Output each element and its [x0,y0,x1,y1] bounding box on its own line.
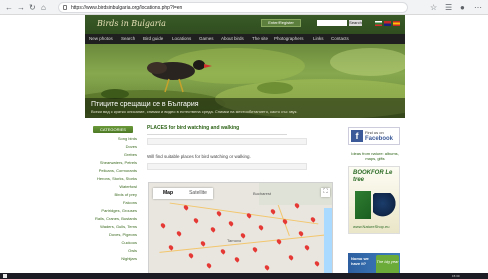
shop-url: www.NatureShop.eu [353,224,390,229]
map-type-control: Map Satellite [153,188,213,199]
nav-item-search[interactable]: Search [121,35,135,43]
category-link[interactable]: Doves [85,144,137,149]
reload-icon[interactable]: ↻ [29,3,36,12]
map-pin[interactable] [219,248,227,255]
tab-satellite[interactable]: Satellite [183,188,213,199]
category-sidebar: CATEGORIES Song birds Doves Grebes Shear… [85,118,137,279]
map-pin[interactable] [159,222,167,229]
site-logo[interactable]: Birds in Bulgaria [97,19,166,29]
nav-item-the-site[interactable]: The site [252,35,268,43]
map-pin[interactable] [269,208,277,215]
nav-item-locations[interactable]: Locations [172,35,191,43]
nav-item-contacts[interactable]: Contacts [331,35,349,43]
hero-banner: Птиците срещащи се в България Всеки вид … [85,44,405,118]
browser-chrome: ← → ↻ ⌂ https://www.birdsinbulgaria.org/… [0,0,488,15]
map-pin[interactable] [209,226,217,233]
category-link[interactable]: Partridges, Grouses [85,208,137,213]
category-link[interactable]: Grebes [85,152,137,157]
facebook-name: Facebook [365,136,394,142]
category-link[interactable]: Waterfowl [85,184,137,189]
map-pin[interactable] [199,240,207,247]
category-link[interactable]: Falcons [85,200,137,205]
filter-box[interactable] [147,163,307,170]
category-link[interactable]: Rails, Cranes, Bustards [85,216,137,221]
register-button[interactable]: Enter/Register [261,19,301,27]
map-pin[interactable] [227,220,235,227]
map-pin[interactable] [233,256,241,263]
map-pin[interactable] [215,210,223,217]
bird-figurine-image [373,193,397,219]
map-pin[interactable] [263,264,271,271]
locations-map[interactable]: Bucharest Tarnovo Map Satellite ⛶ [148,182,333,279]
map-pin[interactable] [257,224,265,231]
book-cover [355,191,371,219]
os-taskbar: 15:30 [0,273,488,279]
ad-column: f Find us on Facebook Ideas from nature:… [348,118,405,279]
map-pin[interactable] [175,230,183,237]
url-text: https://www.birdsinbulgaria.org/location… [71,5,183,11]
nav-item-new-photos[interactable]: New photos [89,35,113,43]
address-bar[interactable]: https://www.birdsinbulgaria.org/location… [58,2,408,13]
site-header: Birds in Bulgaria Enter/Register Search [85,15,405,34]
nav-item-bird-guide[interactable]: Bird guide [143,35,163,43]
ideas-ad[interactable]: Ideas from nature: albums, maps, gifts [348,150,400,166]
map-pin[interactable] [192,217,200,224]
category-link[interactable]: Nightjars [85,256,137,261]
home-icon[interactable]: ⌂ [41,3,46,12]
category-link[interactable]: Owls [85,248,137,253]
facebook-box[interactable]: f Find us on Facebook [348,127,400,145]
nav-item-links[interactable]: Links [313,35,324,43]
black-sea [324,208,332,278]
instruction-text: Will find suitable places for bird watch… [147,154,251,159]
flag-en-icon[interactable] [384,21,391,26]
map-pin[interactable] [187,252,195,259]
map-pin[interactable] [303,244,311,251]
category-link[interactable]: Herons, Storks, Storks [85,176,137,181]
map-pin[interactable] [251,246,259,253]
star-icon[interactable]: ☆ [430,3,437,12]
profile-icon[interactable]: ● [460,3,465,12]
arrow-right-icon[interactable]: → [17,3,25,12]
more-icon[interactable]: ⋯ [474,3,482,12]
category-link[interactable]: Doves, Pigeons [85,232,137,237]
category-link[interactable]: Birds of prey [85,192,137,197]
banner-subtitle: Всеки вид с кратко описание, снимки и ви… [91,109,298,114]
book-title: BOOKFOR Le tree [353,170,393,183]
facebook-icon: f [351,130,363,142]
title-divider [147,134,287,135]
banner-title: Птиците срещащи се в България [91,101,199,108]
category-link[interactable]: Cuckoos [85,240,137,245]
category-link[interactable]: Song birds [85,136,137,141]
search-input[interactable] [317,20,347,26]
lock-icon [63,5,67,10]
page-title: PLACES for bird watching and walking [147,125,240,131]
flag-es-icon[interactable] [393,21,400,26]
tab-map[interactable]: Map [153,188,183,199]
arrow-left-icon[interactable]: ← [5,3,13,12]
ideas-text: Ideas from nature: albums, maps, gifts [351,151,399,161]
city-label: Tarnovo [227,238,242,243]
windows-start-icon[interactable] [3,274,7,278]
filter-box[interactable] [147,138,307,145]
category-link[interactable]: Waders, Gulls, Terns [85,224,137,229]
collections-icon[interactable]: ☰ [445,3,452,12]
nav-item-about-birds[interactable]: About birds [221,35,244,43]
flag-bg-icon[interactable] [375,21,382,26]
main-nav: New photos Search Bird guide Locations G… [85,34,405,44]
fullscreen-icon[interactable]: ⛶ [321,188,330,197]
map-pin[interactable] [313,260,321,267]
search-button[interactable]: Search [349,20,362,26]
map-pin[interactable] [287,254,295,261]
book-ad[interactable]: BOOKFOR Le tree www.NatureShop.eu [348,166,400,234]
map-pin[interactable] [205,262,213,269]
categories-heading: CATEGORIES [93,126,133,133]
city-label: Bucharest [253,191,272,196]
clock: 15:30 [452,274,460,278]
nav-item-photographers[interactable]: Photographers [274,35,304,43]
website: Birds in Bulgaria Enter/Register Search … [85,15,405,279]
nav-item-games[interactable]: Games [199,35,214,43]
category-link[interactable]: Shearwaters, Petrels [85,160,137,165]
promo-text: Nomo we have it? [351,256,369,266]
category-link[interactable]: Pelicans, Cormorants [85,168,137,173]
